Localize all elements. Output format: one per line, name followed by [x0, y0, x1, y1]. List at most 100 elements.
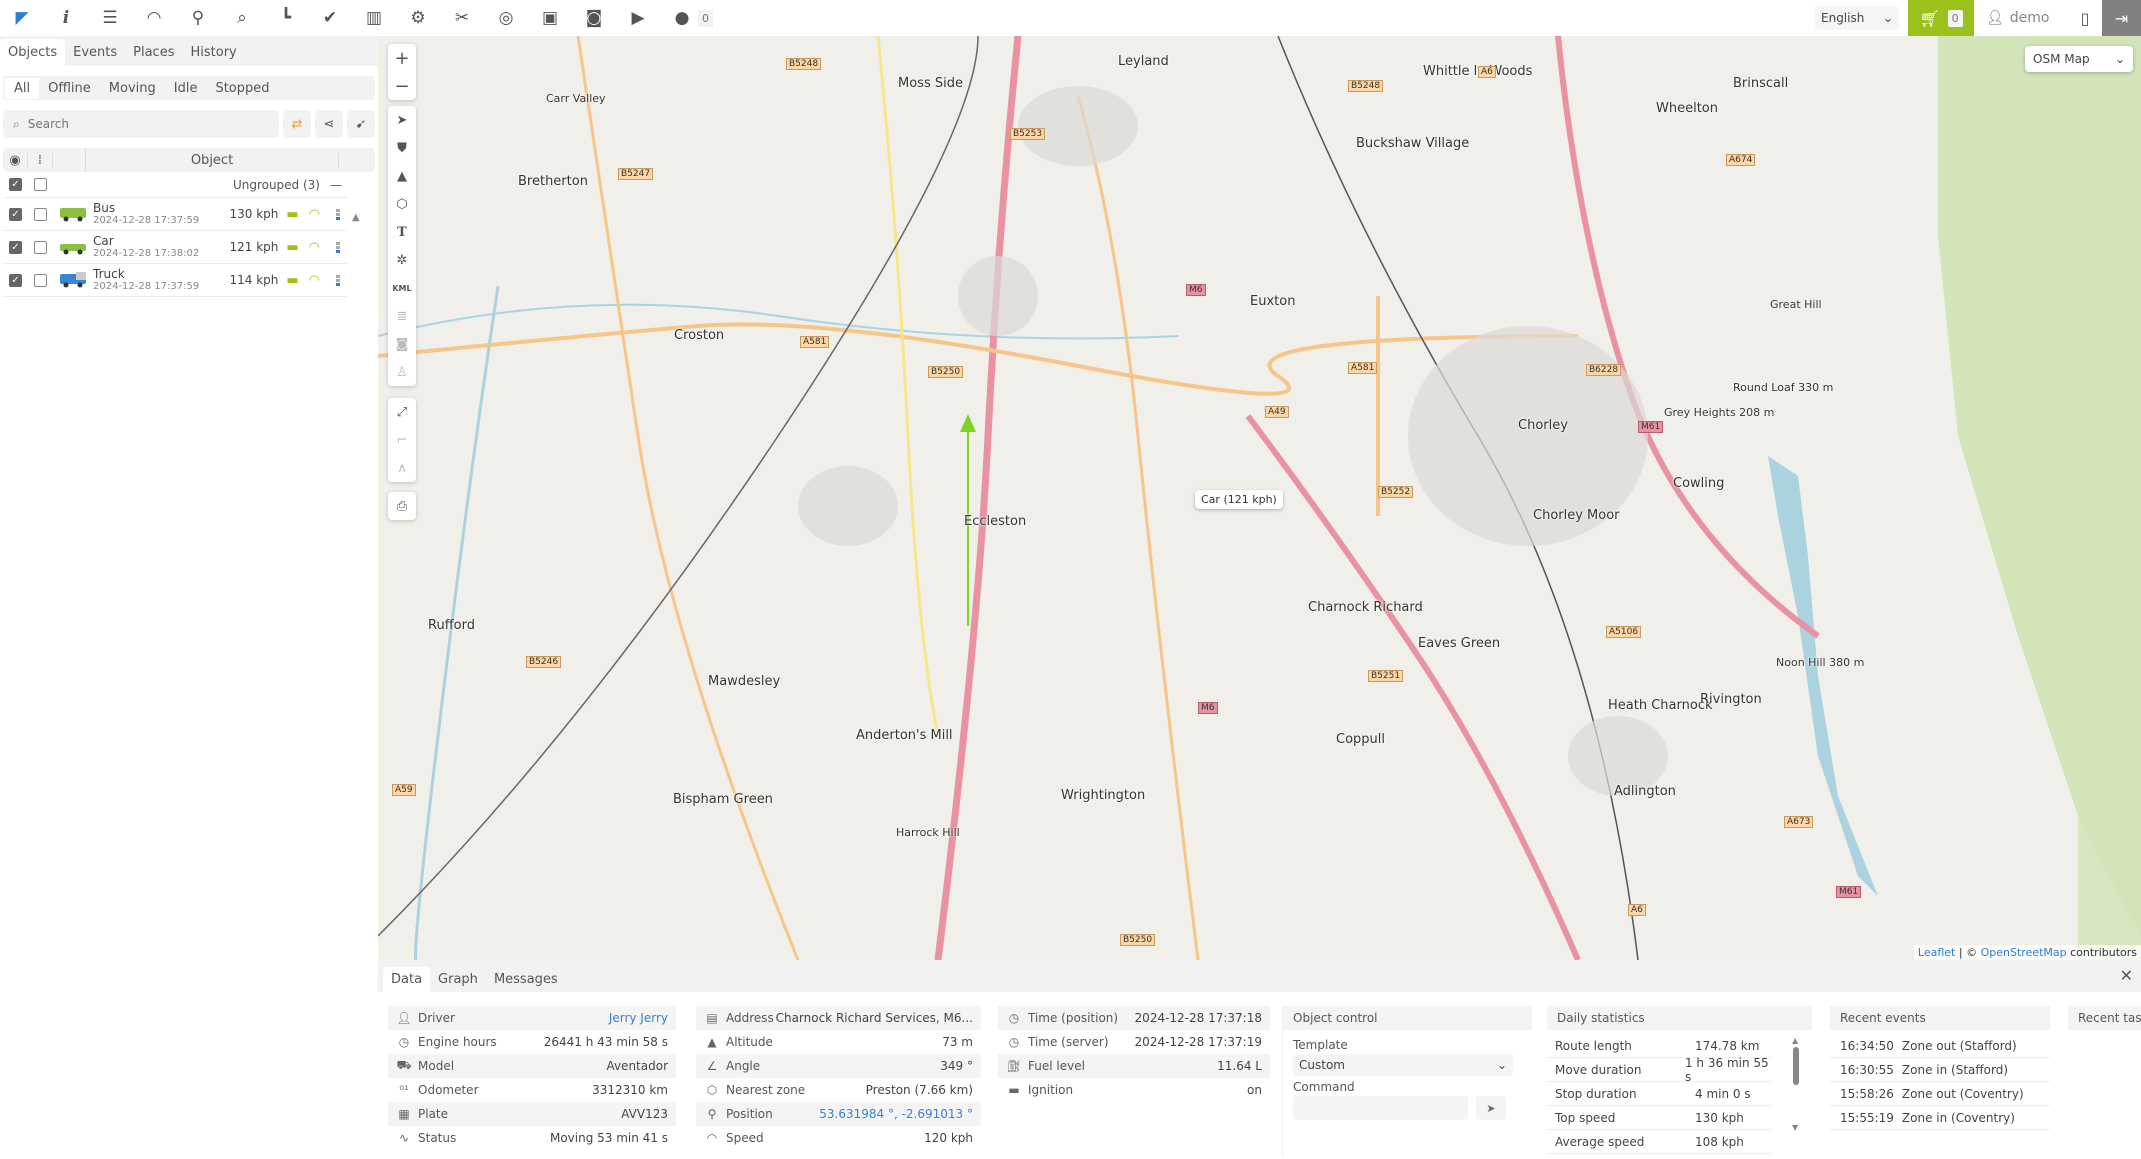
logout-icon[interactable]: ⇥ [2102, 0, 2141, 36]
town-label: Eaves Green [1418, 636, 1501, 651]
user-menu[interactable]: 👤︎ demo [1986, 0, 2049, 36]
object-control-icon[interactable]: ▣ [528, 0, 572, 36]
stat-label: Route length [1555, 1038, 1632, 1053]
fullscreen-icon[interactable]: ⤢ [388, 398, 416, 426]
map[interactable]: Moss SideLeylandWhittle le WoodsWheelton… [378, 36, 2141, 960]
event-row[interactable]: 16:34:50 Zone out (Stafford) [1830, 1034, 2050, 1058]
recent-tasks-panel: Recent tasks [2068, 1006, 2141, 1156]
road-label: B5250 [928, 366, 964, 378]
filter-stopped[interactable]: Stopped [206, 78, 278, 99]
mobile-icon[interactable]: ▯ [2070, 0, 2100, 36]
close-icon[interactable]: ✕ [2120, 966, 2133, 985]
tab-graph[interactable]: Graph [430, 967, 486, 992]
visibility-eye-icon[interactable]: ◉ [3, 152, 28, 168]
filter-moving[interactable]: Moving [100, 78, 165, 99]
object-follow-checkbox[interactable] [34, 240, 47, 254]
event-row[interactable]: 15:55:19 Zone in (Coventry) [1830, 1106, 2050, 1130]
filter-all[interactable]: All [5, 77, 40, 99]
send-command-button[interactable]: ➤ [1476, 1096, 1506, 1120]
template-select[interactable]: Custom ⌄ [1293, 1054, 1513, 1076]
print-icon[interactable]: ⎙ [388, 492, 416, 520]
camera-icon[interactable]: ◙ [388, 330, 416, 358]
ruler-icon[interactable]: ⌐ [388, 426, 416, 454]
search-input[interactable] [27, 117, 228, 131]
image-gallery-camera-icon[interactable]: ◙ [572, 0, 616, 36]
object-menu-icon[interactable] [336, 208, 340, 220]
cart-button[interactable]: 🛒︎ 0 [1908, 0, 1974, 36]
tab-events[interactable]: Events [65, 39, 125, 66]
car-marker[interactable] [960, 414, 976, 432]
data-value[interactable]: Jerry Jerry [609, 1011, 668, 1025]
object-follow-checkbox[interactable] [34, 273, 47, 287]
object-menu-icon[interactable] [336, 241, 340, 253]
street-view-icon[interactable]: ♙ [388, 358, 416, 386]
event-row[interactable]: 15:58:26 Zone out (Coventry) [1830, 1082, 2050, 1106]
reports-chart-icon[interactable]: ┗ [264, 0, 308, 36]
attribution-rest: contributors [2066, 946, 2137, 959]
kml-icon[interactable]: KML [388, 274, 416, 302]
expenses-coins-icon[interactable]: ◎ [484, 0, 528, 36]
traffic-icon[interactable]: ≣ [388, 302, 416, 330]
object-row[interactable]: ✓ Bus 2024-12-28 17:37:59 130 kph ▬ ◠ [3, 198, 348, 231]
filter-idle[interactable]: Idle [165, 78, 207, 99]
event-row[interactable]: 16:30:55 Zone in (Stafford) [1830, 1058, 2050, 1082]
zoom-in-button[interactable]: + [388, 44, 416, 72]
measure-area-icon[interactable]: ∧ [388, 454, 416, 482]
object-visible-checkbox[interactable]: ✓ [9, 207, 22, 221]
map-type-select[interactable]: OSM Map ⌄ [2025, 46, 2133, 72]
places-marker-icon[interactable]: ⚲ [176, 0, 220, 36]
language-select[interactable]: English ⌄ [1815, 6, 1899, 30]
markers-layer-icon[interactable]: ⛊ [388, 134, 416, 162]
logo-arrow-icon[interactable]: ◤ [0, 0, 44, 36]
dashboard-gauge-icon[interactable]: ◠ [132, 0, 176, 36]
info-icon[interactable]: i [44, 0, 88, 36]
recent-events-panel: Recent events 16:34:50 Zone out (Stafford… [1830, 1006, 2050, 1156]
object-visible-checkbox[interactable]: ✓ [9, 273, 22, 287]
object-menu-icon[interactable] [336, 274, 340, 286]
engine-icon: ▬ [286, 206, 299, 222]
gps-signal-icon: ◠ [308, 206, 320, 222]
odometer-icon: ⁰¹ [399, 1083, 409, 1097]
settings-sliders-icon[interactable]: ☰ [88, 0, 132, 36]
tasks-check-icon[interactable]: ✔ [308, 0, 352, 36]
leaflet-link[interactable]: Leaflet [1918, 946, 1955, 959]
object-row[interactable]: ✓ Car 2024-12-28 17:38:02 121 kph ▬ ◠ [3, 231, 348, 264]
group-follow-checkbox[interactable] [34, 178, 47, 191]
object-row[interactable]: ✓ Truck 2024-12-28 17:37:59 114 kph ▬ ◠ [3, 264, 348, 297]
add-object-button[interactable]: ➹ [347, 110, 375, 138]
group-label: Ungrouped (3) [232, 177, 320, 192]
tab-places[interactable]: Places [125, 39, 182, 66]
town-label: Noon Hill 380 m [1776, 656, 1865, 669]
dashcam-video-icon[interactable]: ▶ [616, 0, 660, 36]
data-label: Address [726, 1011, 774, 1025]
clusters-icon[interactable]: ✲ [388, 246, 416, 274]
filter-offline[interactable]: Offline [39, 78, 100, 99]
routes-layer-icon[interactable]: ▲ [388, 162, 416, 190]
object-visible-checkbox[interactable]: ✓ [9, 240, 22, 254]
rfid-book-icon[interactable]: ▥ [352, 0, 396, 36]
object-follow-checkbox[interactable] [34, 207, 47, 221]
search-icon[interactable]: ⌕ [220, 0, 264, 36]
osm-link[interactable]: OpenStreetMap [1981, 946, 2067, 959]
tools-icon[interactable]: ✂ [440, 0, 484, 36]
maintenance-engine-icon[interactable]: ⚙ [396, 0, 440, 36]
command-input[interactable] [1293, 1096, 1468, 1120]
reload-button[interactable]: ⇄ [283, 110, 311, 138]
follow-footsteps-icon[interactable]: ⁞ [28, 152, 53, 168]
data-value[interactable]: 53.631984 °, -2.691013 ° [819, 1107, 973, 1121]
group-visible-checkbox[interactable]: ✓ [9, 178, 22, 191]
objects-layer-icon[interactable]: ➤ [388, 106, 416, 134]
tab-objects[interactable]: Objects [0, 39, 66, 66]
collapse-icon[interactable]: — [330, 178, 342, 192]
share-button[interactable]: ⋖ [315, 110, 343, 138]
data-value: 73 m [942, 1035, 973, 1049]
tab-history[interactable]: History [182, 39, 244, 66]
road-label: A581 [800, 336, 830, 348]
labels-text-icon[interactable]: T [388, 218, 416, 246]
zones-layer-icon[interactable]: ⬡ [388, 190, 416, 218]
zoom-out-button[interactable]: − [388, 72, 416, 100]
daily-scrollbar[interactable]: ▲ ▼ [1792, 1036, 1800, 1146]
tab-data[interactable]: Data [383, 967, 431, 992]
tab-messages[interactable]: Messages [486, 967, 566, 992]
scroll-up-arrow-icon[interactable]: ▲ [352, 212, 360, 223]
